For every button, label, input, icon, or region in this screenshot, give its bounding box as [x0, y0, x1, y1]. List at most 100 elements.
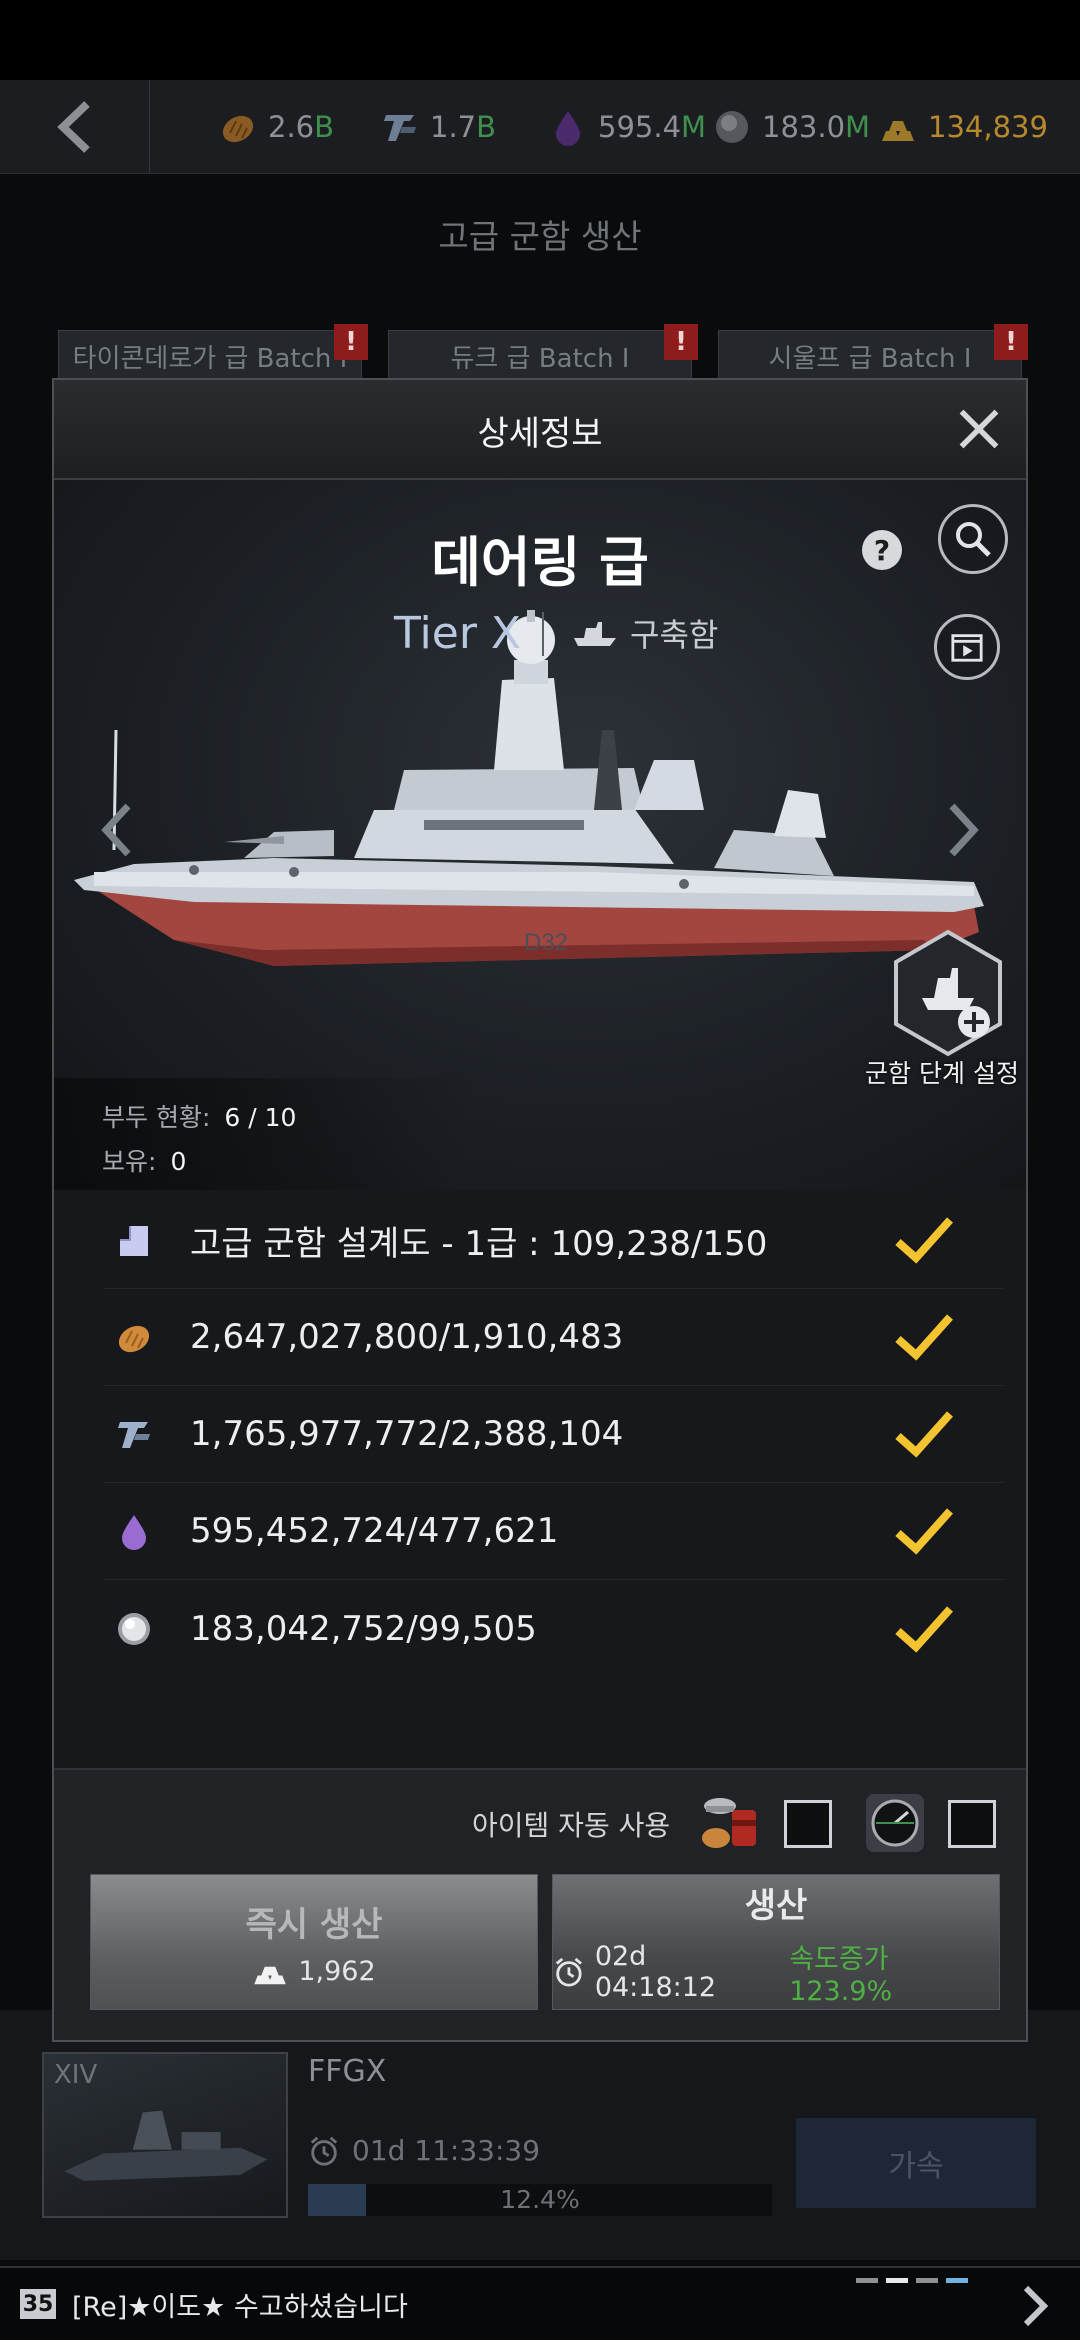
produce-time-info: 02d 04:18:12 속도증가 123.9% — [553, 1937, 999, 2007]
requirement-text: 고급 군함 설계도 - 1급 : 109,238/150 — [190, 1223, 768, 1264]
checkmark-icon — [895, 1508, 953, 1555]
destroyer-ship-image: D32 — [74, 610, 984, 966]
resource-steel: 1.7 B — [380, 104, 496, 150]
requirement-row: 595,452,724/477,621 — [104, 1483, 1004, 1580]
queue-time-value: 01d 11:33:39 — [352, 2134, 541, 2167]
production-queue: XIV FFGX 01d 11:33:39 12.4% 가속 — [0, 2010, 1080, 2260]
back-button[interactable] — [0, 80, 150, 174]
requirement-row: 고급 군함 설계도 - 1급 : 109,238/150 — [104, 1192, 1004, 1289]
previous-ship-arrow-icon[interactable] — [96, 800, 136, 860]
page-title: 고급 군함 생산 — [438, 217, 642, 256]
resource-value: 2.6 — [268, 110, 315, 144]
resource-bread: 2.6 B — [218, 104, 334, 150]
produce-button[interactable]: 생산 02d 04:18:12 속도증가 123.9% — [552, 1874, 1000, 2010]
requirement-text: 2,647,027,800/1,910,483 — [190, 1317, 624, 1357]
queue-ship-thumbnail[interactable]: XIV — [42, 2052, 288, 2218]
batch-tab-2[interactable]: 듀크 급 Batch I — [388, 330, 692, 382]
resource-titanium: 183.0 M — [712, 104, 870, 150]
page-dot — [916, 2278, 938, 2283]
chat-player-level: 35 — [20, 2289, 56, 2319]
checkmark-icon — [895, 1217, 953, 1264]
ship-type-label: 구축함 — [630, 616, 719, 654]
blueprint-icon — [120, 1226, 148, 1256]
dialog-title: 상세정보 — [477, 414, 603, 454]
resource-unit: M — [681, 110, 707, 144]
resource-value: 1.7 — [430, 110, 477, 144]
queue-progress-bar: 12.4% — [308, 2184, 772, 2216]
gold-bars-icon — [882, 121, 914, 141]
queue-timer: 01d 11:33:39 — [308, 2134, 540, 2167]
speedup-button[interactable]: 가속 — [796, 2118, 1036, 2208]
page-dot — [946, 2278, 968, 2283]
ship-upgrade-badge-icon[interactable] — [888, 928, 1008, 1058]
auto-use-items-label: 아이템 자동 사용 — [472, 1809, 671, 1842]
resource-bar: 2.6 B 1.7 B 595.4 M 183.0 M 134,839 — [0, 80, 1080, 174]
batch-tab-3[interactable]: 시울프 급 Batch I — [718, 330, 1022, 382]
requirement-text: 1,765,977,772/2,388,104 — [190, 1414, 624, 1454]
bread-icon — [222, 115, 254, 143]
next-ship-arrow-icon[interactable] — [944, 800, 984, 860]
requirement-row: 1,765,977,772/2,388,104 — [104, 1386, 1004, 1483]
svg-text:D32: D32 — [524, 929, 568, 956]
resource-value: 134,839 — [928, 110, 1048, 144]
close-icon — [959, 409, 999, 449]
alert-badge: ! — [334, 324, 368, 360]
ship-tier: Tier X — [394, 608, 522, 659]
resource-value: 183.0 — [762, 110, 846, 144]
page-dot — [856, 2278, 878, 2283]
bread-icon — [118, 1325, 150, 1353]
chat-page-indicator — [856, 2278, 976, 2283]
divider — [542, 612, 544, 656]
requirement-text: 183,042,752/99,505 — [190, 1608, 537, 1649]
auto-use-speed-checkbox[interactable] — [948, 1800, 996, 1848]
video-play-icon — [951, 634, 983, 662]
instant-produce-button[interactable]: 즉시 생산 1,962 — [90, 1874, 538, 2010]
steel-icon — [384, 115, 416, 141]
resource-gold: 134,839 — [878, 104, 1048, 150]
gold-bars-icon — [254, 1966, 287, 1984]
steel-icon — [118, 1422, 150, 1448]
destroyer-class-icon — [574, 622, 616, 646]
queue-ship-name: FFGX — [308, 2054, 387, 2089]
close-button[interactable] — [948, 398, 1010, 460]
game-screen: 2.6 B 1.7 B 595.4 M 183.0 M 134,839 고급 군함 생산… — [0, 0, 1080, 2340]
queue-tier: XIV — [54, 2060, 98, 2090]
owned-value: 0 — [170, 1147, 187, 1176]
dock-status: 부두 현황: 6 / 10 — [102, 1098, 296, 1134]
speed-boost-label: 속도증가 123.9% — [789, 1943, 893, 2007]
supply-item-icon — [702, 1798, 756, 1848]
batch-tab-1[interactable]: 타이콘데로가 급 Batch I — [58, 330, 362, 382]
instant-produce-cost: 1,962 — [252, 1956, 376, 1987]
dock-status-value: 6 / 10 — [224, 1103, 297, 1132]
alert-badge: ! — [664, 324, 698, 360]
requirement-row: 183,042,752/99,505 — [104, 1580, 1004, 1677]
resource-value: 595.4 — [598, 110, 682, 144]
requirement-row: 2,647,027,800/1,910,483 — [104, 1289, 1004, 1386]
oil-icon — [122, 1515, 146, 1550]
chat-message: [Re]★이도★ 수고하셨습니다 — [72, 2291, 408, 2323]
chevron-left-icon — [56, 101, 90, 153]
chevron-right-icon[interactable] — [1020, 2284, 1050, 2328]
chat-bar[interactable]: 35 [Re]★이도★ 수고하셨습니다 — [0, 2266, 1080, 2340]
dialog-header: 상세정보 — [54, 380, 1026, 480]
instant-produce-label: 즉시 생산 — [245, 1905, 383, 1945]
ship-status-panel: 부두 현황: 6 / 10 보유: 0 — [54, 1078, 474, 1190]
zoom-button[interactable] — [938, 504, 1008, 574]
help-button[interactable]: ? — [862, 530, 902, 570]
page-dot — [886, 2278, 908, 2283]
production-panel: 아이템 자동 사용 즉시 생산 1,962 생산 02d 04:18:12 속도… — [54, 1768, 1026, 2040]
produce-label: 생산 — [744, 1885, 808, 1926]
ship-upgrade-label[interactable]: 군함 단계 설정 — [862, 1054, 1022, 1090]
ship-showcase: D32 데어링 급 Tier X 구축함 ? 군함 단계 설정 부두 현황: 6… — [54, 480, 1026, 1190]
resource-oil: 595.4 M — [548, 104, 706, 150]
checkmark-icon — [895, 1411, 953, 1458]
resource-unit: B — [314, 110, 335, 144]
auto-use-supply-checkbox[interactable] — [784, 1800, 832, 1848]
instant-produce-cost-value: 1,962 — [298, 1956, 376, 1987]
video-button[interactable] — [934, 614, 1000, 680]
status-bar — [0, 0, 1080, 80]
alarm-clock-icon — [555, 1957, 582, 1987]
resource-unit: M — [845, 110, 871, 144]
magnifier-icon — [956, 522, 991, 557]
owned-label: 보유: — [102, 1147, 157, 1176]
